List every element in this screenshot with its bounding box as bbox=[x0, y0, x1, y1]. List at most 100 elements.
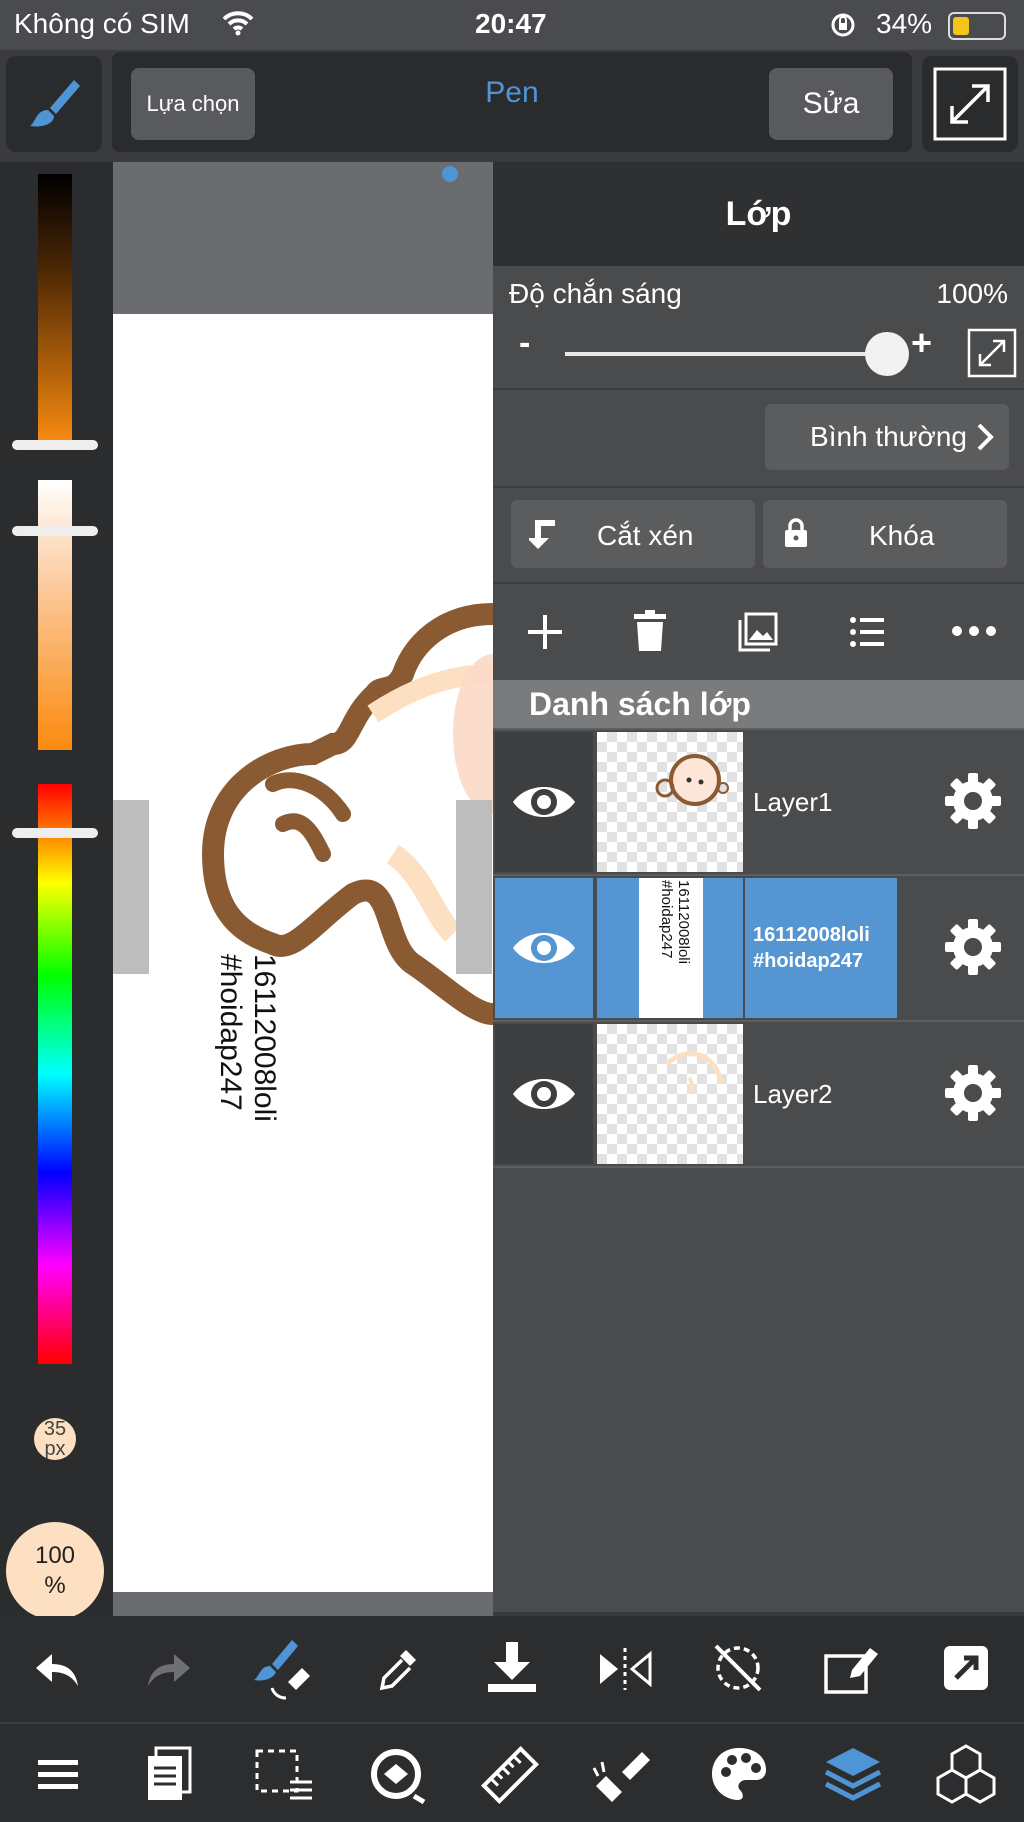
rotation-lock-icon bbox=[831, 13, 855, 37]
saturation-handle[interactable] bbox=[12, 526, 98, 536]
transform-icon[interactable] bbox=[366, 1744, 428, 1806]
clipping-label: Cắt xén bbox=[597, 520, 694, 551]
chevron-right-icon bbox=[977, 423, 994, 451]
clip-arrow-icon bbox=[529, 520, 555, 549]
blend-mode-selector[interactable]: Bình thường bbox=[765, 404, 1009, 470]
layer-row-layer2[interactable]: Layer2 bbox=[493, 1020, 1024, 1168]
hue-slider[interactable] bbox=[38, 784, 72, 1364]
opacity-slider-knob[interactable] bbox=[865, 332, 909, 376]
layer-settings-gear-icon[interactable] bbox=[944, 772, 1002, 830]
layer-thumbnail-text-line1: 16112008loli bbox=[675, 880, 692, 964]
eye-icon bbox=[513, 1079, 575, 1109]
layer-visibility-toggle[interactable] bbox=[495, 732, 593, 872]
bottom-toolbar-primary bbox=[0, 1616, 1024, 1722]
selection-icon[interactable] bbox=[254, 1748, 314, 1802]
edit-canvas-icon[interactable] bbox=[822, 1642, 880, 1696]
expand-icon[interactable] bbox=[967, 328, 1017, 378]
layer-thumbnail-art bbox=[655, 754, 729, 806]
layer-name: Layer1 bbox=[753, 786, 833, 817]
opacity-slider[interactable] bbox=[565, 352, 895, 356]
pages-icon[interactable] bbox=[146, 1746, 194, 1802]
bottom-toolbar-secondary bbox=[0, 1722, 1024, 1822]
clock: 20:47 bbox=[475, 8, 547, 39]
lock-icon bbox=[785, 518, 807, 547]
brush-tool-icon[interactable] bbox=[252, 1638, 314, 1702]
blend-mode-label: Bình thường bbox=[810, 421, 967, 452]
expand-icon bbox=[933, 67, 1007, 141]
layer-list-icon[interactable] bbox=[849, 614, 885, 650]
drawing-artwork bbox=[201, 603, 493, 1025]
layer-name: 16112008loli #hoidap247 bbox=[753, 924, 870, 972]
add-layer-icon[interactable] bbox=[525, 612, 565, 652]
opacity-increase-button[interactable]: + bbox=[911, 322, 932, 364]
layer-name: Layer2 bbox=[753, 1078, 833, 1109]
opacity-decrease-button[interactable]: - bbox=[519, 324, 530, 363]
brush-icon bbox=[30, 80, 80, 127]
layer-visibility-toggle[interactable] bbox=[495, 878, 593, 1018]
lock-label: Khóa bbox=[869, 520, 935, 551]
layer-thumbnail-text: 16112008loli #hoidap247 bbox=[658, 880, 692, 964]
undo-icon[interactable] bbox=[34, 1650, 80, 1690]
share-icon[interactable] bbox=[942, 1644, 990, 1692]
current-tool-name[interactable]: Pen bbox=[412, 76, 612, 110]
delete-layer-icon[interactable] bbox=[633, 610, 667, 652]
layer-thumbnail: 16112008loli #hoidap247 bbox=[597, 878, 743, 1018]
right-resize-handle[interactable] bbox=[456, 800, 492, 974]
ruler-icon[interactable] bbox=[480, 1746, 540, 1804]
battery-icon bbox=[948, 12, 1006, 40]
layer-thumbnail bbox=[597, 732, 743, 872]
color-palette-sidebar: 35 px 100 % bbox=[0, 162, 113, 1620]
fill-tool-icon[interactable] bbox=[592, 1746, 654, 1804]
layer-panel-title: Lớp bbox=[493, 162, 1024, 266]
brightness-handle[interactable] bbox=[12, 440, 98, 450]
palette-icon[interactable] bbox=[710, 1746, 768, 1802]
brush-opacity-indicator[interactable]: 100 % bbox=[6, 1522, 104, 1620]
layer-panel: Lớp Độ chắn sáng 100% - + Bình thường Cắ… bbox=[493, 162, 1024, 1612]
materials-icon[interactable] bbox=[934, 1742, 998, 1806]
clipping-button[interactable]: Cắt xén bbox=[511, 500, 755, 568]
carrier-label: Không có SIM bbox=[14, 8, 190, 39]
brush-size-indicator[interactable]: 35 px bbox=[34, 1418, 76, 1460]
brush-button[interactable] bbox=[6, 56, 102, 152]
saturation-slider[interactable] bbox=[38, 480, 72, 750]
rotate-disabled-icon[interactable] bbox=[710, 1640, 766, 1696]
layer-list-header: Danh sách lớp bbox=[493, 680, 1024, 728]
layer-settings-gear-icon[interactable] bbox=[944, 918, 1002, 976]
canvas-bottom-margin bbox=[113, 1592, 493, 1616]
layer-row-text[interactable]: 16112008loli #hoidap247 16112008loli #ho… bbox=[493, 874, 1024, 1020]
canvas-background bbox=[113, 162, 493, 314]
top-toolbar: Lựa chọn Pen Sửa bbox=[0, 50, 1024, 162]
opacity-label: Độ chắn sáng bbox=[509, 278, 682, 309]
menu-icon[interactable] bbox=[38, 1758, 78, 1792]
eye-icon bbox=[513, 787, 575, 817]
left-resize-handle[interactable] bbox=[113, 800, 149, 974]
flip-horizontal-icon[interactable] bbox=[596, 1646, 654, 1692]
lock-button[interactable]: Khóa bbox=[763, 500, 1007, 568]
brightness-slider[interactable] bbox=[38, 174, 72, 442]
selection-button[interactable]: Lựa chọn bbox=[131, 68, 255, 140]
canvas-text: 16112008loli #hoidap247 bbox=[213, 954, 281, 1122]
import-image-icon[interactable] bbox=[738, 612, 778, 652]
eyedropper-icon[interactable] bbox=[376, 1646, 420, 1694]
layer-thumbnail-text-line2: #hoidap247 bbox=[658, 880, 675, 959]
more-options-icon[interactable] bbox=[951, 624, 997, 638]
canvas-text-line2: #hoidap247 bbox=[214, 954, 247, 1111]
layer-settings-gear-icon[interactable] bbox=[944, 1064, 1002, 1122]
battery-percent: 34% bbox=[876, 8, 933, 39]
redo-icon[interactable] bbox=[146, 1650, 192, 1690]
wifi-icon bbox=[222, 11, 254, 36]
opacity-value: 100% bbox=[936, 278, 1008, 309]
layer-thumbnail bbox=[597, 1024, 743, 1164]
page-indicator-dot bbox=[442, 166, 458, 182]
status-bar: Không có SIM 20:47 34% bbox=[0, 0, 1024, 50]
tool-bar-panel: Lựa chọn Pen Sửa bbox=[112, 52, 912, 152]
layer-visibility-toggle[interactable] bbox=[495, 1024, 593, 1164]
edit-button[interactable]: Sửa bbox=[769, 68, 893, 140]
layers-icon[interactable] bbox=[822, 1744, 884, 1804]
hue-handle[interactable] bbox=[12, 828, 98, 838]
layer-row-layer1[interactable]: Layer1 bbox=[493, 728, 1024, 874]
fullscreen-button[interactable] bbox=[922, 56, 1018, 152]
download-icon[interactable] bbox=[484, 1640, 540, 1696]
canvas-text-line1: 16112008loli bbox=[248, 954, 281, 1122]
drawing-canvas[interactable]: 16112008loli #hoidap247 bbox=[113, 314, 493, 1592]
